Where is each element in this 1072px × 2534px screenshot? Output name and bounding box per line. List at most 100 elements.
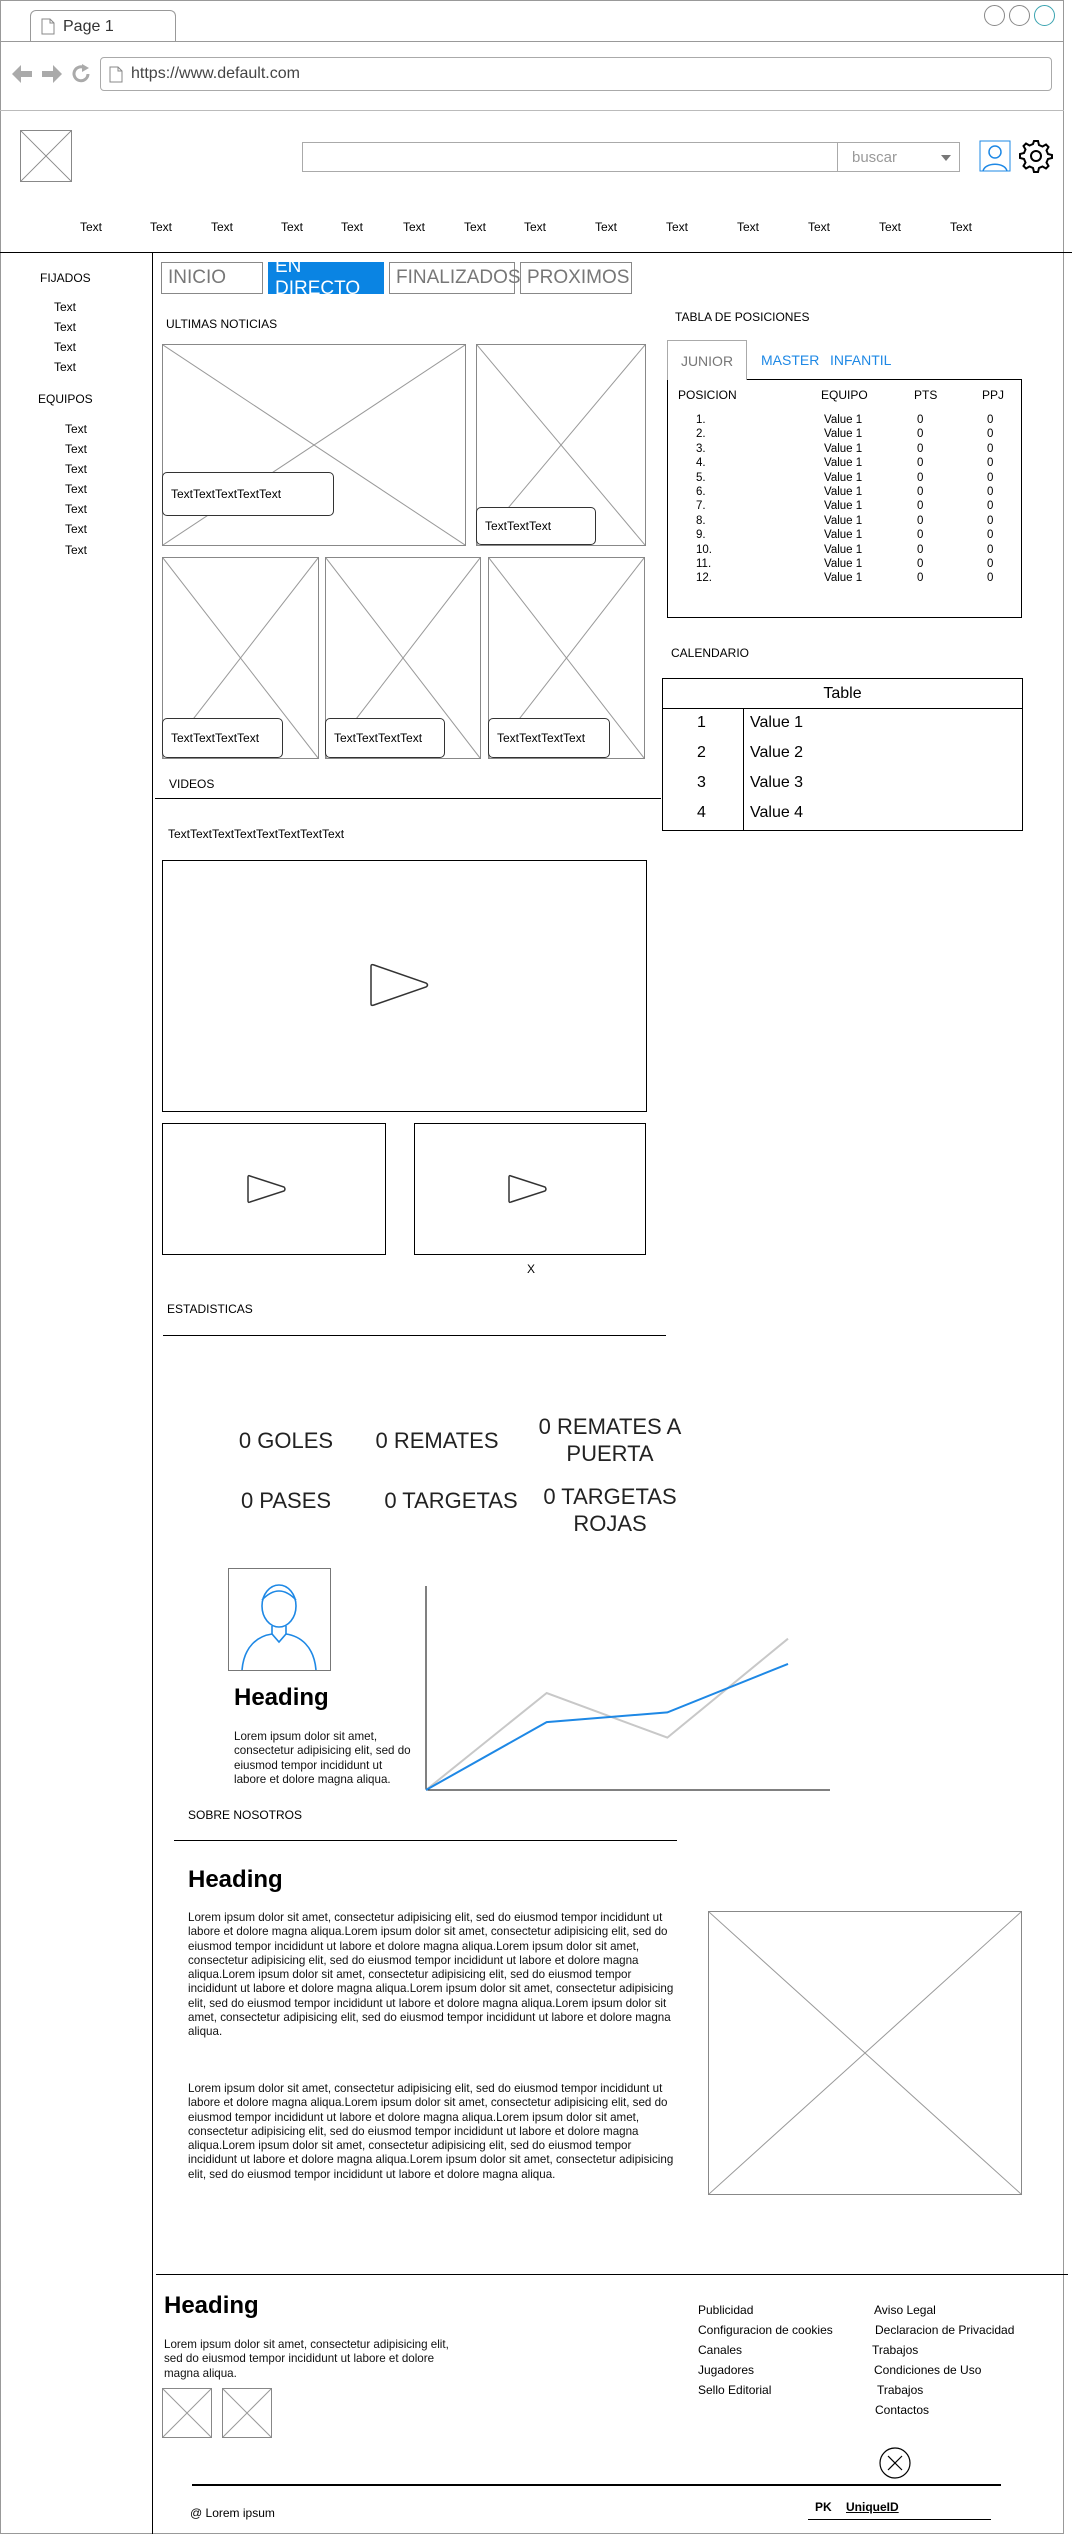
- search-input[interactable]: [302, 142, 838, 172]
- play-icon[interactable]: [507, 1174, 549, 1204]
- sidebar-pinned-item[interactable]: Text: [54, 340, 76, 354]
- footer-link[interactable]: Trabajos: [872, 2343, 918, 2357]
- standings-pts: 0: [917, 514, 924, 527]
- maximize-button[interactable]: [1009, 5, 1030, 26]
- standings-tab-infantil[interactable]: INFANTIL: [830, 352, 891, 368]
- standings-team: Value 1: [824, 558, 863, 570]
- standings-pts: 0: [917, 471, 924, 484]
- calendar-row[interactable]: 1 Value 1: [663, 714, 1022, 740]
- sidebar-pinned-item[interactable]: Text: [54, 320, 76, 334]
- tab-finalizados[interactable]: FINALIZADOS: [389, 262, 521, 294]
- forward-arrow-icon[interactable]: [40, 63, 64, 85]
- videos-title: VIDEOS: [169, 777, 215, 791]
- sidebar-team-item[interactable]: Text: [65, 502, 87, 516]
- standings-ppj: 0: [987, 558, 994, 570]
- footer-link[interactable]: Declaracion de Privacidad: [875, 2323, 1014, 2337]
- nav-item[interactable]: Text: [666, 220, 688, 234]
- footer-link[interactable]: Canales: [698, 2343, 742, 2357]
- nav-item[interactable]: Text: [879, 220, 901, 234]
- calendar-row[interactable]: 2 Value 2: [663, 744, 1022, 770]
- standings-row[interactable]: 5. Value 1 0 0: [668, 472, 1023, 486]
- footer-link[interactable]: Sello Editorial: [698, 2383, 771, 2397]
- footer-link[interactable]: Trabajos: [877, 2383, 923, 2397]
- sidebar-team-item[interactable]: Text: [65, 482, 87, 496]
- nav-item[interactable]: Text: [950, 220, 972, 234]
- window-controls: [984, 5, 1058, 27]
- standings-pts: 0: [917, 529, 924, 542]
- sidebar-pinned-item[interactable]: Text: [54, 300, 76, 314]
- sidebar-team-item[interactable]: Text: [65, 543, 87, 557]
- sidebar-pinned-item[interactable]: Text: [54, 360, 76, 374]
- calendar-row-index: 2: [697, 744, 706, 761]
- standings-tab-junior[interactable]: JUNIOR: [667, 340, 747, 380]
- standings-team: Value 1: [824, 442, 863, 455]
- footer-bottom-divider: [192, 2484, 1001, 2486]
- standings-row[interactable]: 3. Value 1 0 0: [668, 443, 1023, 457]
- nav-item[interactable]: Text: [737, 220, 759, 234]
- sidebar-team-item[interactable]: Text: [65, 522, 87, 536]
- nav-item[interactable]: Text: [403, 220, 425, 234]
- minimize-button[interactable]: [984, 5, 1005, 26]
- profile-heading: Heading: [234, 1684, 329, 1711]
- stat-goles: 0 GOLES: [238, 1428, 334, 1453]
- standings-row[interactable]: 2. Value 1 0 0: [668, 428, 1023, 442]
- nav-item[interactable]: Text: [808, 220, 830, 234]
- nav-item[interactable]: Text: [211, 220, 233, 234]
- close-button[interactable]: [1034, 5, 1055, 26]
- standings-row[interactable]: 10. Value 1 0 0: [668, 544, 1023, 558]
- standings-row[interactable]: 8. Value 1 0 0: [668, 515, 1023, 529]
- close-circle-icon[interactable]: [878, 2446, 912, 2480]
- calendar-table: Table 1 Value 1 2 Value 2 3 Value 3 4 Va…: [662, 678, 1023, 831]
- standings-row[interactable]: 1. Value 1 0 0: [668, 414, 1023, 428]
- standings-tab-master[interactable]: MASTER: [761, 352, 819, 368]
- video-player[interactable]: [162, 1123, 386, 1255]
- tab-proximos[interactable]: PROXIMOS: [520, 262, 632, 294]
- main-video-player[interactable]: [162, 860, 647, 1112]
- calendar-table-header: Table: [663, 679, 1022, 709]
- sidebar-team-item[interactable]: Text: [65, 442, 87, 456]
- news-caption: TextTextTextTextText: [162, 472, 334, 516]
- standings-header: PTS: [914, 388, 938, 402]
- video-player[interactable]: [414, 1123, 646, 1255]
- nav-item[interactable]: Text: [80, 220, 102, 234]
- nav-item[interactable]: Text: [341, 220, 363, 234]
- nav-item[interactable]: Text: [150, 220, 172, 234]
- standings-pts: 0: [917, 414, 924, 426]
- user-avatar-icon[interactable]: [979, 140, 1011, 172]
- footer-link[interactable]: Aviso Legal: [874, 2303, 936, 2317]
- standings-row[interactable]: 6. Value 1 0 0: [668, 486, 1023, 500]
- footer-link[interactable]: Configuracion de cookies: [698, 2323, 833, 2337]
- footer-link[interactable]: Condiciones de Uso: [874, 2363, 981, 2377]
- standings-team: Value 1: [824, 471, 863, 484]
- calendar-row[interactable]: 4 Value 4: [663, 804, 1022, 830]
- sidebar-team-item[interactable]: Text: [65, 462, 87, 476]
- calendar-row[interactable]: 3 Value 3: [663, 774, 1022, 800]
- nav-item[interactable]: Text: [595, 220, 617, 234]
- search-dropdown[interactable]: buscar: [838, 142, 960, 172]
- tab-en-directo[interactable]: EN DIRECTO: [268, 256, 384, 299]
- nav-item[interactable]: Text: [464, 220, 486, 234]
- play-icon[interactable]: [246, 1174, 288, 1204]
- standings-row[interactable]: 12. Value 1 0 0: [668, 572, 1023, 586]
- tab-inicio[interactable]: INICIO: [161, 262, 263, 294]
- play-icon[interactable]: [368, 962, 432, 1008]
- standings-row[interactable]: 9. Value 1 0 0: [668, 529, 1023, 543]
- browser-tab[interactable]: Page 1: [30, 10, 176, 42]
- reload-icon[interactable]: [70, 63, 92, 85]
- footer-link[interactable]: Publicidad: [698, 2303, 753, 2317]
- standings-ppj: 0: [987, 471, 994, 484]
- calendar-title: CALENDARIO: [671, 646, 750, 660]
- standings-row[interactable]: 11. Value 1 0 0: [668, 558, 1023, 572]
- address-bar[interactable]: https://www.default.com: [100, 57, 1052, 91]
- standings-row[interactable]: 7. Value 1 0 0: [668, 500, 1023, 514]
- standings-row[interactable]: 4. Value 1 0 0: [668, 457, 1023, 471]
- back-arrow-icon[interactable]: [10, 63, 34, 85]
- footer-link[interactable]: Contactos: [875, 2403, 929, 2417]
- nav-item[interactable]: Text: [524, 220, 546, 234]
- sidebar-team-item[interactable]: Text: [65, 422, 87, 436]
- gear-icon[interactable]: [1018, 138, 1054, 174]
- footer-link[interactable]: Jugadores: [698, 2363, 754, 2377]
- logo-placeholder: [20, 130, 72, 182]
- standings-title: TABLA DE POSICIONES: [675, 310, 810, 324]
- nav-item[interactable]: Text: [281, 220, 303, 234]
